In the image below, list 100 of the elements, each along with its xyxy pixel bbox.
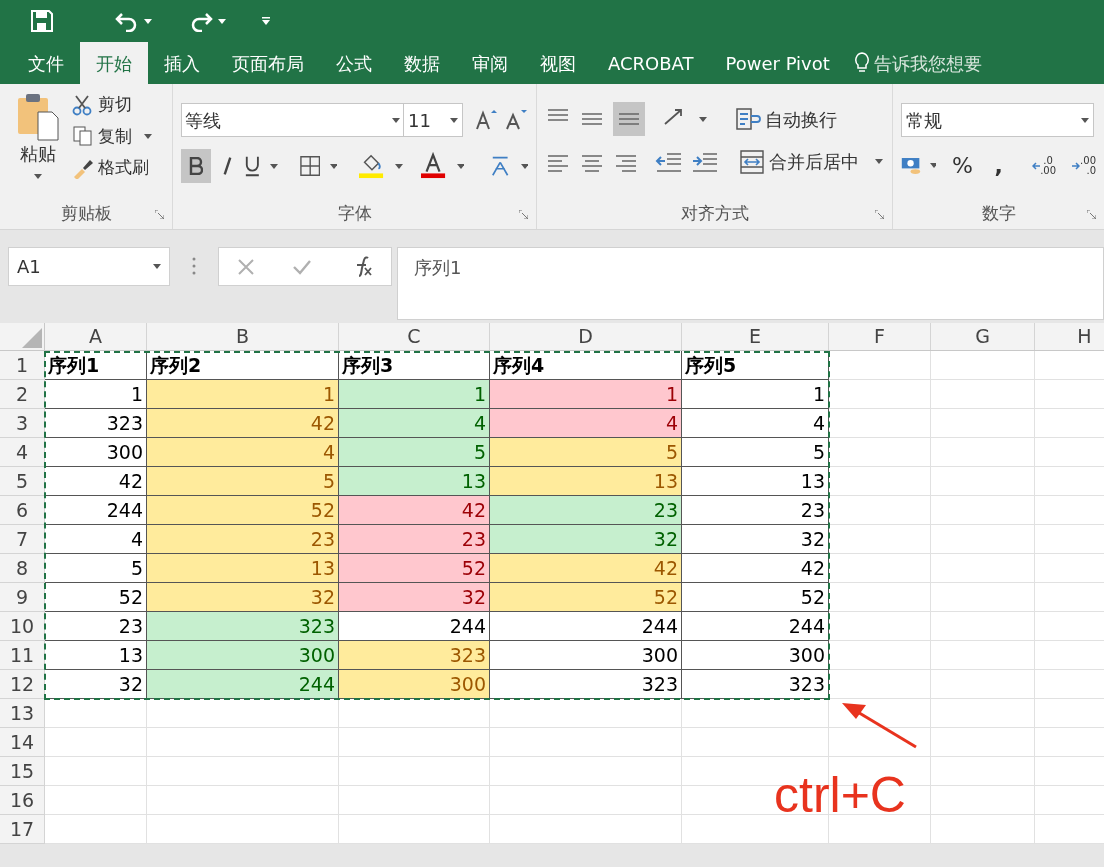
ribbon-tab[interactable]: 数据 [388,42,456,84]
table-cell: 5 [147,467,339,496]
underline-icon[interactable] [243,155,261,177]
dropdown-arrow-icon[interactable] [144,18,152,24]
table-cell: 52 [490,583,682,612]
dialog-launcher-icon[interactable] [1087,209,1096,219]
group-label: 剪贴板 [60,202,112,226]
ribbon-tab[interactable]: 插入 [148,42,216,84]
row-header[interactable]: 17 [0,815,45,844]
dropdown-arrow-icon[interactable] [270,163,278,169]
increase-decimal-button[interactable]: .0 .00 [1032,155,1057,176]
dropdown-arrow-icon[interactable] [929,163,937,168]
column-header[interactable]: A [45,323,147,350]
format-painter-button[interactable]: 格式刷 [72,155,152,181]
customize-toolbar-icon[interactable] [262,17,270,25]
row-header[interactable]: 9 [0,583,45,612]
group-label: 数字 [981,202,1016,226]
phonetic-icon[interactable] [490,154,511,178]
table-cell: 42 [339,496,490,525]
row-header[interactable]: 11 [0,641,45,670]
row-header[interactable]: 1 [0,351,45,380]
paste-button[interactable]: 粘贴 [12,92,64,199]
table-cell: 1 [147,380,339,409]
font-color-icon[interactable] [420,152,447,180]
decrease-decimal-button[interactable]: .00 .0 [1072,155,1096,176]
ribbon-tab[interactable]: 页面布局 [216,42,320,84]
row-header[interactable]: 16 [0,786,45,815]
column-header[interactable]: B [147,323,339,350]
tell-me-field[interactable]: 告诉我您想要 [853,42,982,84]
ribbon-tab[interactable]: 文件 [12,42,80,84]
merge-center-button[interactable]: 合并后居中 [739,148,883,175]
scissors-icon [72,93,94,116]
table-cell: 300 [490,641,682,670]
ribbon-tab[interactable]: 视图 [524,42,592,84]
ribbon-tab[interactable]: 开始 [80,42,148,84]
annotation-text: ctrl+C [774,767,906,823]
grow-font-icon[interactable] [475,109,497,131]
dropdown-arrow-icon[interactable] [395,163,403,169]
row-header[interactable]: 15 [0,757,45,786]
table-cell: 23 [490,496,682,525]
font-size-field[interactable]: 11 [404,103,463,137]
dropdown-arrow-icon[interactable] [330,163,338,169]
bold-button[interactable] [181,149,211,183]
row-header[interactable]: 6 [0,496,45,525]
formula-field[interactable]: 序列1 [397,247,1104,320]
row-header[interactable]: 5 [0,467,45,496]
more-icon [192,257,196,275]
table-cell: 5 [490,438,682,467]
row-header[interactable]: 14 [0,728,45,757]
table-cell: 323 [682,670,829,699]
column-header[interactable]: D [490,323,682,350]
row-header[interactable]: 13 [0,699,45,728]
comma-button[interactable]: , [993,149,1005,182]
table-cell: 323 [147,612,339,641]
table-cell: 244 [682,612,829,641]
cut-button[interactable]: 剪切 [72,92,152,118]
column-header[interactable]: F [829,323,931,350]
table-cell: 300 [682,641,829,670]
name-box[interactable]: A1 [8,247,170,286]
dialog-launcher-icon[interactable] [875,209,884,219]
shrink-font-icon[interactable] [505,109,527,131]
column-header[interactable]: H [1035,323,1104,350]
borders-icon[interactable] [299,155,321,177]
row-header[interactable]: 2 [0,380,45,409]
table-cell: 300 [147,641,339,670]
wrap-text-button[interactable]: 自动换行 [735,105,837,133]
column-header[interactable]: G [931,323,1035,350]
percent-button[interactable]: % [952,149,973,182]
ribbon-tab[interactable]: 审阅 [456,42,524,84]
number-format-field[interactable]: 常规 [901,103,1094,137]
row-header[interactable]: 3 [0,409,45,438]
font-name-field[interactable]: 等线 [181,103,404,137]
dropdown-arrow-icon [875,159,883,164]
fill-color-icon[interactable] [359,152,386,180]
save-icon[interactable] [30,9,54,33]
row-header[interactable]: 10 [0,612,45,641]
column-header[interactable]: E [682,323,829,350]
ribbon-tab[interactable]: Power Pivot [709,42,846,84]
ribbon-tab[interactable]: ACROBAT [592,42,710,84]
dropdown-arrow-icon [450,117,458,123]
dialog-launcher-icon[interactable] [519,209,528,219]
dropdown-arrow-icon[interactable] [699,116,707,122]
merge-cells-icon [739,148,765,175]
table-cell: 42 [682,554,829,583]
row-header[interactable]: 12 [0,670,45,699]
dialog-launcher-icon[interactable] [155,209,164,219]
dropdown-arrow-icon[interactable] [520,163,528,169]
dropdown-arrow-icon[interactable] [218,18,226,24]
table-cell: 23 [339,525,490,554]
table-cell: 244 [490,612,682,641]
row-header[interactable]: 7 [0,525,45,554]
row-header[interactable]: 8 [0,554,45,583]
dropdown-arrow-icon[interactable] [456,163,465,169]
table-cell: 244 [147,670,339,699]
ribbon-tab[interactable]: 公式 [320,42,388,84]
column-header[interactable]: C [339,323,490,350]
align-bottom-icon [618,113,640,125]
group-label: 字体 [337,202,372,226]
copy-button[interactable]: 复制 [72,123,152,149]
row-header[interactable]: 4 [0,438,45,467]
